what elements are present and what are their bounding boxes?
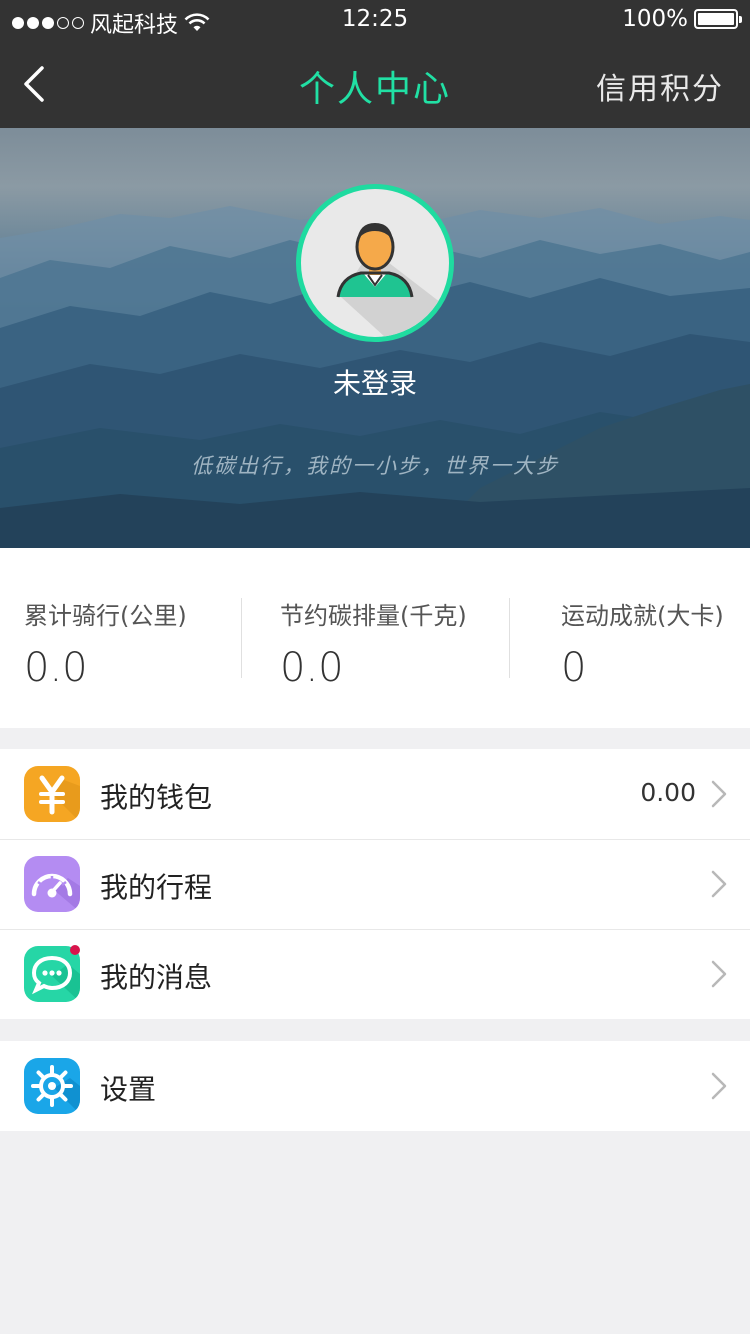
battery-percent: 100% xyxy=(622,6,688,32)
stats-panel: 累计骑行(公里) 0.0 节约碳排量(千克) 0.0 运动成就(大卡) 0 xyxy=(0,548,750,728)
chat-bubble-icon xyxy=(24,946,80,1002)
wallet-yen-icon xyxy=(24,766,80,822)
menu-label: 设置 xyxy=(100,1073,157,1106)
wallet-balance: 0.00 xyxy=(640,778,696,807)
battery-icon xyxy=(694,9,742,29)
unread-badge xyxy=(70,945,80,955)
chevron-right-icon xyxy=(711,960,727,988)
stat-calories: 运动成就(大卡) 0 xyxy=(561,596,724,691)
menu-group-settings: 设置 xyxy=(0,1041,750,1131)
stat-carbon-saved: 节约碳排量(千克) 0.0 xyxy=(280,596,467,691)
chevron-right-icon xyxy=(711,780,727,808)
menu-item-messages[interactable]: 我的消息 xyxy=(0,929,750,1019)
menu-item-wallet[interactable]: 我的钱包 0.00 xyxy=(0,749,750,839)
menu-item-trips[interactable]: 我的行程 xyxy=(0,839,750,929)
stat-label: 运动成就(大卡) xyxy=(561,602,724,630)
login-status[interactable]: 未登录 xyxy=(0,362,750,402)
menu-label: 我的钱包 xyxy=(100,781,213,814)
stat-value: 0.0 xyxy=(280,645,344,691)
divider xyxy=(509,598,510,678)
credit-score-button[interactable]: 信用积分 xyxy=(596,64,724,108)
status-bar: 风起科技 12:25 100% xyxy=(0,0,750,40)
menu-label: 我的消息 xyxy=(100,961,213,994)
user-avatar-icon xyxy=(336,223,449,337)
slogan-text: 低碳出行，我的一小步，世界一大步 xyxy=(191,454,559,478)
menu-label: 我的行程 xyxy=(100,871,213,904)
status-right: 100% xyxy=(622,6,742,32)
gear-icon xyxy=(24,1058,80,1114)
avatar[interactable] xyxy=(296,184,454,342)
nav-bar: 个人中心 信用积分 xyxy=(0,40,750,128)
stat-distance: 累计骑行(公里) 0.0 xyxy=(24,596,187,691)
stat-label: 累计骑行(公里) xyxy=(24,602,187,630)
chevron-right-icon xyxy=(711,1072,727,1100)
profile-header: 未登录 低碳出行，我的一小步，世界一大步 xyxy=(0,128,750,548)
chevron-right-icon xyxy=(711,870,727,898)
stat-label: 节约碳排量(千克) xyxy=(280,602,467,630)
stat-value: 0 xyxy=(561,645,587,691)
menu-item-settings[interactable]: 设置 xyxy=(0,1041,750,1131)
menu-group-main: 我的钱包 0.00 我的行程 我的消息 xyxy=(0,749,750,1019)
divider xyxy=(241,598,242,678)
stat-value: 0.0 xyxy=(24,645,88,691)
speedometer-icon xyxy=(24,856,80,912)
